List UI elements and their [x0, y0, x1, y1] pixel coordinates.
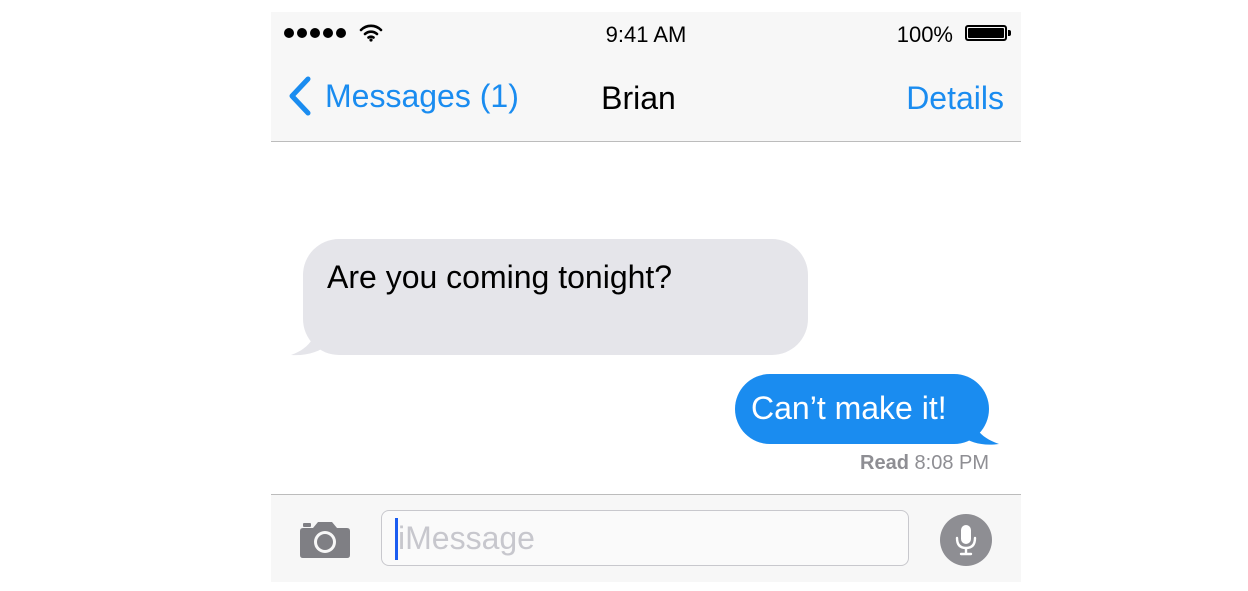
nav-bar: Messages (1) Brian Details — [271, 56, 1021, 142]
outgoing-message-text: Can’t make it! — [751, 390, 947, 426]
camera-icon[interactable] — [299, 519, 351, 559]
read-time: 8:08 PM — [914, 452, 989, 474]
battery-tip — [1008, 30, 1011, 36]
messages-screen: 9:41 AM 100% Messages (1) Brian Details … — [271, 12, 1021, 582]
text-cursor — [395, 518, 398, 560]
outgoing-message-bubble[interactable]: Can’t make it! — [735, 374, 989, 444]
incoming-message-bubble[interactable]: Are you coming tonight? — [303, 239, 808, 355]
compose-bar — [271, 494, 1021, 582]
microphone-button[interactable] — [940, 514, 992, 566]
conversation-title: Brian — [601, 80, 676, 116]
status-bar: 9:41 AM 100% — [271, 12, 1021, 56]
read-status: Read — [860, 452, 909, 474]
microphone-icon — [955, 525, 977, 556]
imessage-input[interactable] — [381, 510, 909, 566]
details-button[interactable]: Details — [906, 80, 1004, 117]
read-receipt: Read 8:08 PM — [860, 452, 989, 475]
battery-percent: 100% — [896, 22, 953, 47]
battery-icon — [965, 25, 1007, 41]
incoming-message-text: Are you coming tonight? — [327, 259, 673, 295]
